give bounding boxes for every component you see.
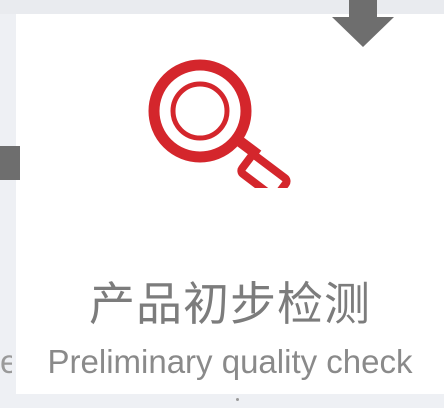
magnifier-icon <box>148 59 291 188</box>
step-title-chinese: 产品初步检测 <box>89 277 371 331</box>
down-arrow-icon <box>332 0 394 47</box>
step-title-english: Preliminary quality check <box>47 343 413 380</box>
right-arrow-icon <box>0 146 20 180</box>
adjacent-card-text-fragment: e <box>0 343 12 380</box>
decorative-dot <box>236 398 239 401</box>
